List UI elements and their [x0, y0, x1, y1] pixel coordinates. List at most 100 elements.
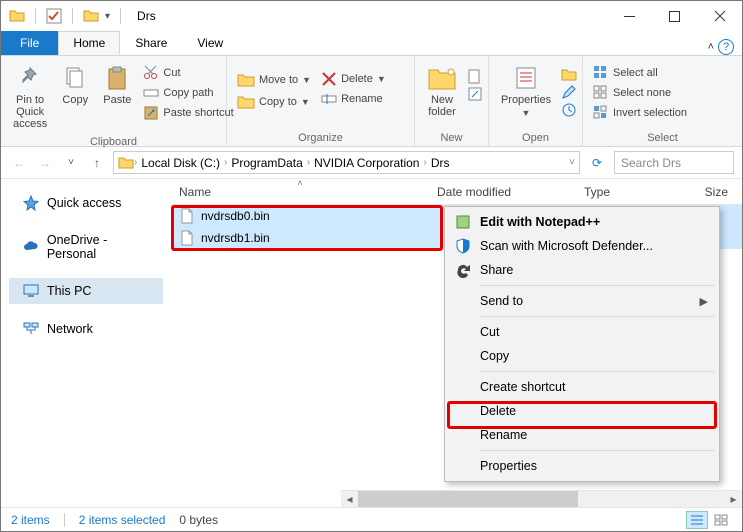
ctx-send-to[interactable]: Send to▶	[448, 289, 716, 313]
address-bar[interactable]: › Local Disk (C:)› ProgramData› NVIDIA C…	[113, 151, 580, 174]
select-all-button[interactable]: Select all	[591, 64, 689, 82]
invert-selection-button[interactable]: Invert selection	[591, 104, 689, 122]
delete-x-icon	[321, 71, 337, 87]
recent-button[interactable]: ˅	[61, 157, 81, 168]
nav-network[interactable]: Network	[9, 316, 163, 342]
folder-move-icon	[237, 71, 255, 89]
ctx-rename[interactable]: Rename	[448, 423, 716, 447]
pin-quick-access-button[interactable]: Pin to Quick access	[9, 60, 51, 134]
back-button[interactable]: ←	[9, 156, 29, 170]
nav-this-pc[interactable]: This PC	[9, 278, 163, 304]
shortcut-icon	[143, 105, 159, 121]
status-selected-count: 2 items selected	[79, 513, 166, 527]
view-large-button[interactable]	[710, 511, 732, 529]
move-to-button[interactable]: Move to ▼	[235, 70, 313, 90]
group-label-organize: Organize	[235, 130, 406, 144]
ctx-properties[interactable]: Properties	[448, 454, 716, 478]
rename-icon	[321, 91, 337, 107]
ctx-create-shortcut[interactable]: Create shortcut	[448, 375, 716, 399]
minimize-button[interactable]	[607, 1, 652, 31]
horizontal-scrollbar[interactable]: ◂ ▸	[341, 490, 742, 507]
invert-icon	[593, 105, 609, 121]
notepadpp-icon	[455, 214, 471, 230]
open-icon[interactable]	[561, 66, 577, 82]
ctx-scan-defender[interactable]: Scan with Microsoft Defender...	[448, 234, 716, 258]
tab-file[interactable]: File	[1, 31, 58, 55]
titlebar: ▾ Drs	[1, 1, 742, 31]
ctx-edit-notepadpp[interactable]: Edit with Notepad++	[448, 210, 716, 234]
forward-button[interactable]: →	[35, 156, 55, 170]
explorer-window: ▾ Drs File Home Share View ˄ ? Pin to Qu…	[0, 0, 743, 532]
view-details-button[interactable]	[686, 511, 708, 529]
history-icon[interactable]	[561, 102, 577, 118]
file-icon	[179, 208, 195, 224]
paste-icon	[103, 64, 131, 92]
col-name[interactable]: ˄Name	[171, 180, 429, 204]
delete-button[interactable]: Delete ▼	[319, 70, 388, 88]
crumb[interactable]: ProgramData	[227, 156, 306, 170]
group-label-clipboard: Clipboard	[9, 134, 218, 148]
scroll-thumb[interactable]	[358, 491, 578, 508]
status-bytes: 0 bytes	[179, 513, 218, 527]
ribbon: Pin to Quick access Copy Paste Cut Copy …	[1, 55, 742, 147]
address-dropdown-icon[interactable]: ˅	[569, 157, 575, 168]
checkbox-icon[interactable]	[46, 8, 62, 24]
col-type[interactable]: Type	[576, 180, 682, 204]
pc-icon	[23, 283, 39, 299]
nav-onedrive[interactable]: OneDrive - Personal	[9, 228, 163, 266]
ribbon-tabs: File Home Share View ˄ ?	[1, 31, 742, 55]
rename-button[interactable]: Rename	[319, 90, 388, 108]
search-input[interactable]: Search Drs	[614, 151, 734, 174]
help-icon[interactable]: ?	[718, 39, 734, 55]
ctx-copy[interactable]: Copy	[448, 344, 716, 368]
col-size[interactable]: Size	[682, 180, 742, 204]
copy-button[interactable]: Copy	[57, 60, 93, 110]
navigation-pane: Quick access OneDrive - Personal This PC…	[1, 180, 171, 507]
cut-button[interactable]: Cut	[141, 64, 235, 82]
scroll-right-icon[interactable]: ▸	[725, 491, 742, 508]
defender-icon	[455, 238, 471, 254]
easy-access-icon[interactable]	[467, 86, 483, 102]
new-folder-button[interactable]: New folder	[423, 60, 461, 122]
scissors-icon	[143, 65, 159, 81]
copy-to-button[interactable]: Copy to ▼	[235, 92, 313, 112]
crumb[interactable]: NVIDIA Corporation	[310, 156, 423, 170]
paste-shortcut-button[interactable]: Paste shortcut	[141, 104, 235, 122]
crumb[interactable]: Drs	[427, 156, 454, 170]
nav-quick-access[interactable]: Quick access	[9, 190, 163, 216]
crumb[interactable]: Local Disk (C:)	[137, 156, 224, 170]
ctx-cut[interactable]: Cut	[448, 320, 716, 344]
refresh-button[interactable]: ⟳	[586, 156, 608, 170]
copy-icon	[61, 64, 89, 92]
select-none-button[interactable]: Select none	[591, 84, 689, 102]
select-none-icon	[593, 85, 609, 101]
new-item-icon[interactable]	[467, 68, 483, 84]
copy-path-button[interactable]: Copy path	[141, 84, 235, 102]
folder-icon	[118, 155, 134, 171]
col-date[interactable]: Date modified	[429, 180, 576, 204]
tab-home[interactable]: Home	[58, 31, 120, 55]
paste-button[interactable]: Paste	[99, 60, 135, 110]
path-icon	[143, 85, 159, 101]
scroll-left-icon[interactable]: ◂	[341, 491, 358, 508]
network-icon	[23, 321, 39, 337]
edit-icon[interactable]	[561, 84, 577, 100]
properties-button[interactable]: Properties ▼	[497, 60, 555, 122]
ctx-delete[interactable]: Delete	[448, 399, 716, 423]
tab-share[interactable]: Share	[120, 31, 182, 55]
status-bar: 2 items 2 items selected 0 bytes	[1, 507, 742, 531]
tab-view[interactable]: View	[182, 31, 238, 55]
cloud-icon	[23, 239, 39, 255]
close-button[interactable]	[697, 1, 742, 31]
up-button[interactable]: ↑	[87, 156, 107, 170]
pin-icon	[16, 64, 44, 92]
ribbon-collapse-icon[interactable]: ˄	[708, 41, 714, 53]
ctx-share[interactable]: Share	[448, 258, 716, 282]
file-list: ˄Name Date modified Type Size nvdrsdb0.b…	[171, 180, 742, 507]
select-all-icon	[593, 65, 609, 81]
group-label-new: New	[423, 130, 480, 144]
new-folder-icon	[427, 64, 457, 92]
maximize-button[interactable]	[652, 1, 697, 31]
column-headers: ˄Name Date modified Type Size	[171, 180, 742, 205]
window-title: Drs	[131, 9, 156, 23]
